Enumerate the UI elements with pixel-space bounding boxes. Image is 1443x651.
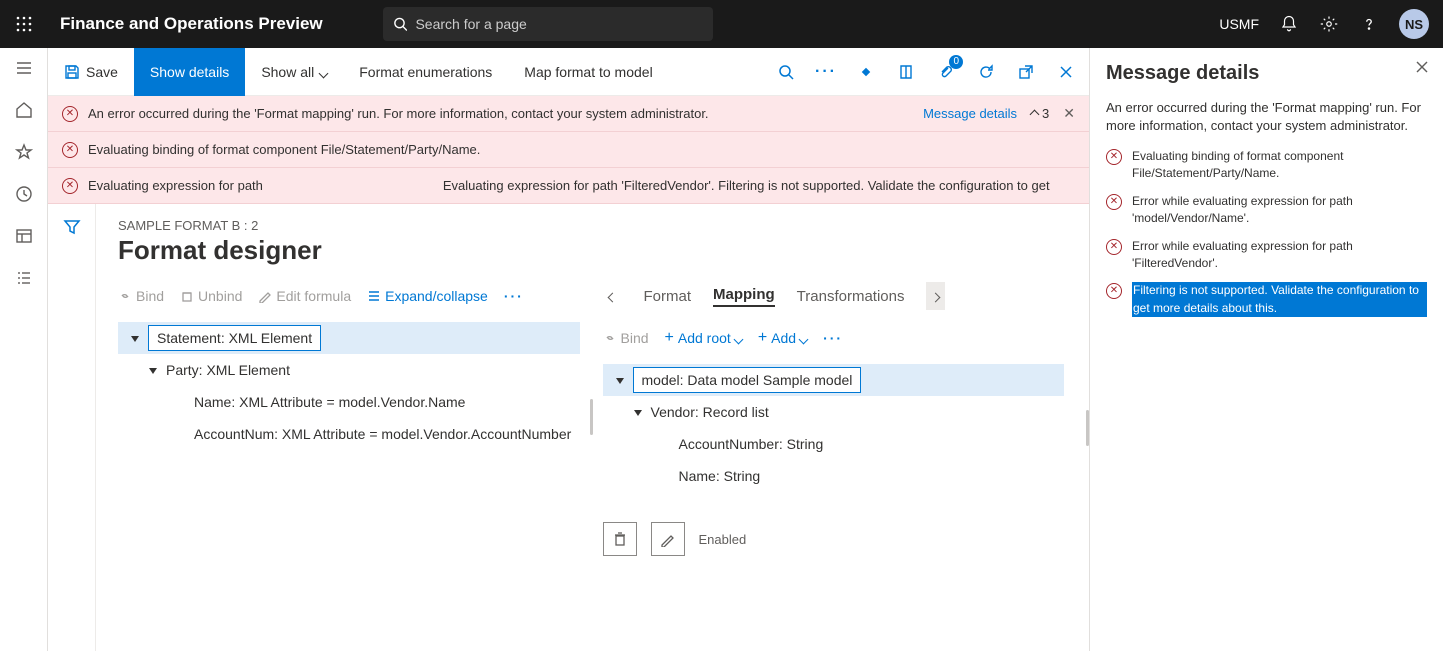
tab-format[interactable]: Format	[644, 288, 692, 305]
detail-item[interactable]: ✕Filtering is not supported. Validate th…	[1106, 282, 1427, 317]
chevron-left-icon	[609, 288, 616, 305]
banner-expand[interactable]: 3	[1031, 106, 1049, 121]
refresh-icon[interactable]	[977, 63, 995, 81]
breadcrumb: SAMPLE FORMAT B : 2	[118, 218, 1064, 233]
enabled-label: Enabled	[699, 532, 747, 547]
tab-scroll-right[interactable]	[926, 282, 945, 310]
more-icon[interactable]: ···	[823, 330, 843, 346]
edit-formula-button[interactable]: Edit formula	[258, 288, 351, 304]
bind-button[interactable]: Bind	[603, 330, 649, 346]
tree-node[interactable]: AccountNumber: String	[603, 428, 1065, 460]
book-icon[interactable]	[897, 63, 915, 81]
chevron-down-icon	[800, 330, 807, 346]
add-button[interactable]: +Add	[758, 329, 807, 347]
message-details-link[interactable]: Message details	[923, 106, 1017, 121]
pane-divider[interactable]	[590, 278, 593, 556]
tree-node[interactable]: Name: String	[603, 460, 1065, 492]
avatar[interactable]: NS	[1399, 9, 1429, 39]
detail-item[interactable]: ✕Error while evaluating expression for p…	[1106, 238, 1427, 273]
tree-node[interactable]: Party: XML Element	[118, 354, 580, 386]
show-all-button[interactable]: Show all	[245, 48, 343, 96]
chevron-down-icon	[735, 330, 742, 346]
error-icon: ✕	[1106, 283, 1122, 317]
popout-icon[interactable]	[1017, 63, 1035, 81]
tree-node[interactable]: AccountNum: XML Attribute = model.Vendor…	[118, 418, 580, 450]
menu-icon[interactable]	[14, 58, 34, 78]
details-title: Message details	[1106, 62, 1427, 85]
tree-node[interactable]: Vendor: Record list	[603, 396, 1065, 428]
brand-title: Finance and Operations Preview	[48, 14, 323, 34]
page-title: Format designer	[118, 235, 1064, 266]
error-icon: ✕	[1106, 194, 1122, 228]
save-button[interactable]: Save	[48, 48, 134, 96]
error-icon: ✕	[1106, 149, 1122, 183]
tree-node[interactable]: Name: XML Attribute = model.Vendor.Name	[118, 386, 580, 418]
bell-icon[interactable]	[1279, 14, 1299, 34]
search-icon[interactable]	[777, 63, 795, 81]
search-input[interactable]	[415, 16, 702, 32]
attachments-icon[interactable]: 0	[937, 63, 955, 81]
star-icon[interactable]	[14, 142, 34, 162]
tree-node[interactable]: Statement: XML Element	[118, 322, 580, 354]
app-launcher[interactable]	[0, 0, 48, 48]
expand-icon[interactable]	[631, 405, 645, 419]
expand-collapse-button[interactable]: Expand/collapse	[367, 288, 488, 304]
chevron-right-icon	[932, 288, 939, 305]
home-icon[interactable]	[14, 100, 34, 120]
error-icon: ✕	[1106, 239, 1122, 273]
tab-scroll-left[interactable]	[603, 288, 622, 305]
help-icon[interactable]	[1359, 14, 1379, 34]
error-icon: ✕	[62, 178, 78, 194]
edit-button[interactable]	[651, 522, 685, 556]
filter-icon[interactable]	[63, 218, 81, 651]
gear-icon[interactable]	[1319, 14, 1339, 34]
show-details-button[interactable]: Show details	[134, 48, 245, 96]
banner-close-icon[interactable]: ✕	[1063, 105, 1075, 122]
recent-icon[interactable]	[14, 184, 34, 204]
expand-icon[interactable]	[146, 363, 160, 377]
more-icon[interactable]: ···	[504, 288, 524, 304]
more-ellipsis-icon[interactable]: ···	[817, 63, 835, 81]
diamond-icon[interactable]	[857, 63, 875, 81]
global-search[interactable]	[383, 7, 713, 41]
unbind-button[interactable]: Unbind	[180, 288, 242, 304]
error-icon: ✕	[62, 142, 78, 158]
error-banner: ✕ Evaluating expression for path Evaluat…	[48, 168, 1089, 204]
error-banner: ✕ An error occurred during the 'Format m…	[48, 96, 1089, 132]
workspaces-icon[interactable]	[14, 226, 34, 246]
delete-button[interactable]	[603, 522, 637, 556]
chevron-down-icon	[320, 64, 327, 80]
format-enumerations-button[interactable]: Format enumerations	[343, 48, 508, 96]
detail-item[interactable]: ✕Evaluating binding of format component …	[1106, 148, 1427, 183]
close-page-icon[interactable]	[1057, 63, 1075, 81]
chevron-up-icon	[1031, 106, 1038, 121]
error-icon: ✕	[62, 106, 78, 122]
tab-transformations[interactable]: Transformations	[797, 288, 905, 305]
bind-button[interactable]: Bind	[118, 288, 164, 304]
company-code[interactable]: USMF	[1219, 16, 1259, 32]
tree-node[interactable]: model: Data model Sample model	[603, 364, 1065, 396]
add-root-button[interactable]: +Add root	[665, 329, 742, 347]
details-summary: An error occurred during the 'Format map…	[1106, 99, 1427, 134]
error-banner: ✕ Evaluating binding of format component…	[48, 132, 1089, 168]
map-format-button[interactable]: Map format to model	[508, 48, 668, 96]
expand-icon[interactable]	[128, 331, 142, 345]
expand-icon[interactable]	[613, 373, 627, 387]
detail-item[interactable]: ✕Error while evaluating expression for p…	[1106, 193, 1427, 228]
tab-mapping[interactable]: Mapping	[713, 286, 775, 307]
modules-icon[interactable]	[14, 268, 34, 288]
close-icon[interactable]	[1415, 60, 1429, 74]
